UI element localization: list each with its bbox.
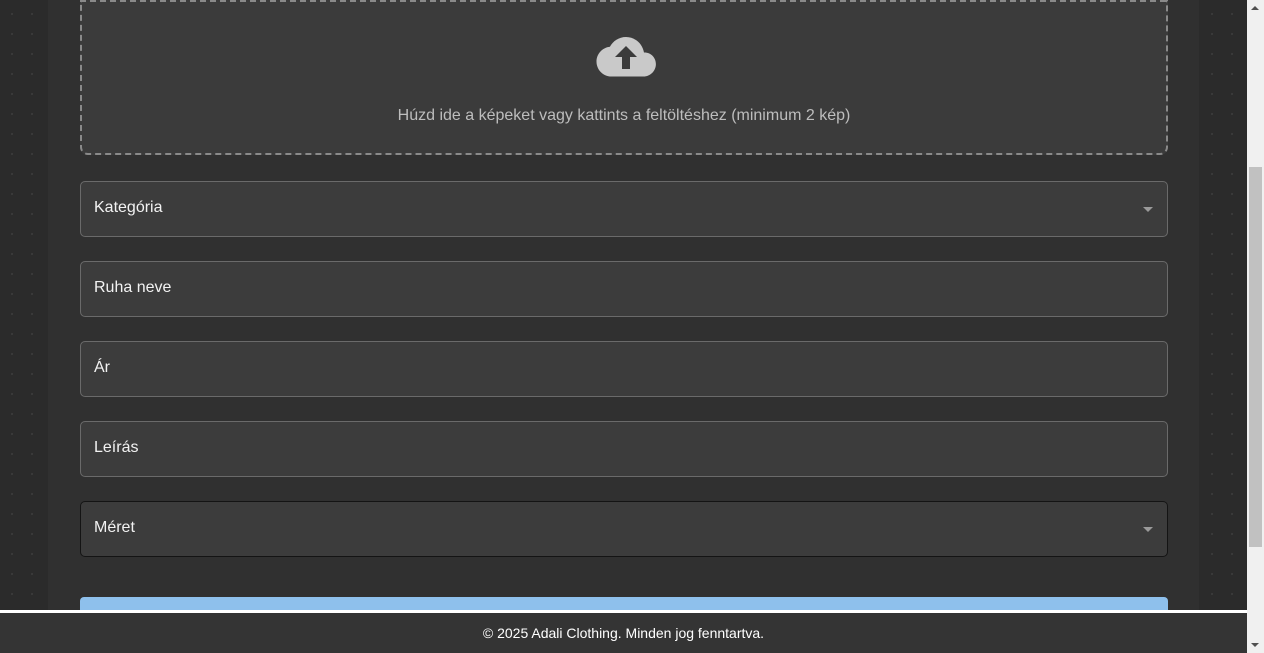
page: Húzd ide a képeket vagy kattints a feltö… xyxy=(0,0,1247,653)
price-input[interactable]: Ár xyxy=(80,341,1168,397)
chevron-down-icon xyxy=(1143,527,1153,532)
cloud-upload-icon xyxy=(596,37,656,77)
scroll-down-arrow-icon[interactable] xyxy=(1251,643,1259,647)
scroll-up-arrow-icon[interactable] xyxy=(1251,6,1259,10)
category-select[interactable]: Kategória xyxy=(80,181,1168,237)
name-label: Ruha neve xyxy=(94,279,172,296)
description-label: Leírás xyxy=(94,439,139,456)
footer: © 2025 Adali Clothing. Minden jog fennta… xyxy=(0,610,1247,653)
dropzone-top-border xyxy=(80,0,1168,2)
size-label: Méret xyxy=(94,519,135,536)
price-label: Ár xyxy=(94,359,110,376)
category-label: Kategória xyxy=(94,199,163,216)
image-dropzone[interactable]: Húzd ide a képeket vagy kattints a feltö… xyxy=(80,0,1168,155)
dropzone-instruction: Húzd ide a képeket vagy kattints a feltö… xyxy=(397,107,851,124)
chevron-down-icon xyxy=(1143,207,1153,212)
footer-copyright: © 2025 Adali Clothing. Minden jog fennta… xyxy=(482,625,765,641)
name-input[interactable]: Ruha neve xyxy=(80,261,1168,317)
description-input[interactable]: Leírás xyxy=(80,421,1168,477)
scroll-thumb[interactable] xyxy=(1249,167,1262,547)
size-select[interactable]: Méret xyxy=(80,501,1168,557)
vertical-scrollbar[interactable] xyxy=(1247,0,1264,653)
